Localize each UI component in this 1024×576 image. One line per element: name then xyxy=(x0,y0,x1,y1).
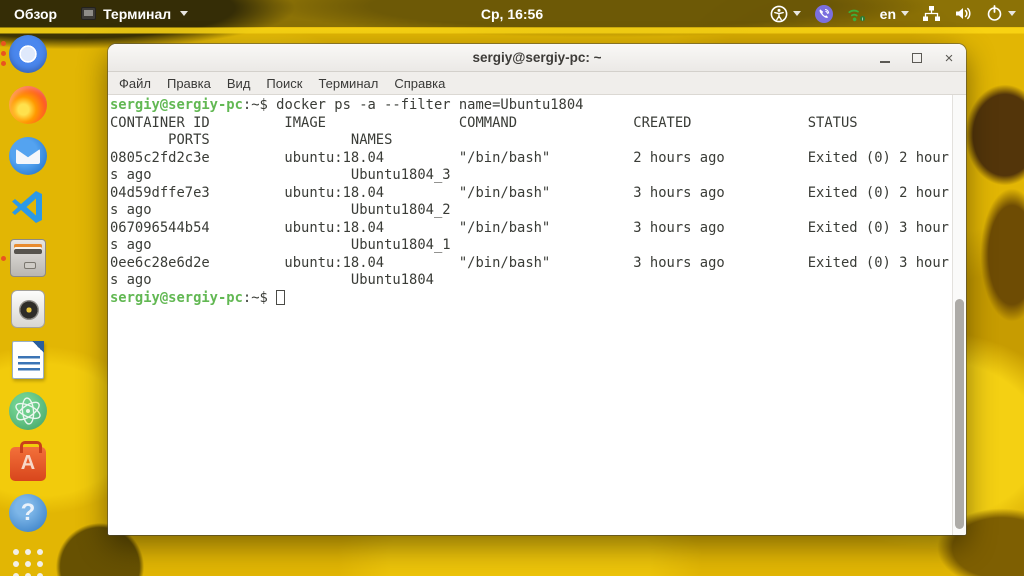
terminal-line: s ago Ubuntu1804_1 xyxy=(110,237,451,253)
accessibility-icon xyxy=(770,5,788,22)
app-indicator[interactable]: i xyxy=(847,0,867,27)
top-bar: Обзор Терминал Ср, 16:56 i en xyxy=(0,0,1024,27)
scrollbar-thumb[interactable] xyxy=(955,299,964,529)
close-icon: × xyxy=(944,49,954,67)
dock-item-firefox[interactable] xyxy=(7,84,49,126)
file-cabinet-icon xyxy=(10,239,46,277)
viber-icon xyxy=(814,4,833,23)
show-applications-button[interactable] xyxy=(7,543,49,576)
svg-text:i: i xyxy=(862,16,863,21)
menu-view[interactable]: Вид xyxy=(219,72,259,94)
app-menu-button[interactable]: Терминал xyxy=(71,0,198,27)
close-button[interactable]: × xyxy=(938,47,960,69)
menu-bar: Файл Правка Вид Поиск Терминал Справка xyxy=(108,72,966,95)
language-label: en xyxy=(879,5,896,22)
terminal-line: s ago Ubuntu1804_2 xyxy=(110,202,451,218)
viber-indicator[interactable] xyxy=(814,0,834,27)
running-indicator-dot xyxy=(1,256,6,261)
desktop: Обзор Терминал Ср, 16:56 i en A ? sergiy… xyxy=(0,0,1024,576)
window-title: sergiy@sergiy-pc: ~ xyxy=(472,50,602,65)
terminal-cursor xyxy=(276,289,286,305)
ubuntu-software-icon xyxy=(10,441,46,481)
running-indicator-dot xyxy=(1,61,6,66)
network-indicator[interactable] xyxy=(922,0,941,27)
menu-edit[interactable]: Правка xyxy=(159,72,219,94)
accessibility-menu[interactable] xyxy=(770,0,801,27)
terminal-output: sergiy@sergiy-pc:~$ docker ps -a --filte… xyxy=(110,97,950,535)
menu-search[interactable]: Поиск xyxy=(258,72,310,94)
firefox-icon xyxy=(9,86,47,124)
clock-label: Ср, 16:56 xyxy=(480,5,544,22)
dock-item-files[interactable] xyxy=(1,237,49,279)
running-indicator-dot xyxy=(1,41,6,46)
app-menu-label: Терминал xyxy=(103,5,172,22)
minimize-button[interactable] xyxy=(874,47,896,69)
dock-item-vscode[interactable] xyxy=(7,186,49,228)
power-menu[interactable] xyxy=(986,0,1016,27)
terminal-line: 0ee6c28e6d2e ubuntu:18.04 "/bin/bash" 3 … xyxy=(110,254,949,271)
thunderbird-icon xyxy=(9,137,47,175)
show-applications-icon xyxy=(13,549,43,576)
minimize-icon xyxy=(880,60,890,63)
volume-indicator[interactable] xyxy=(954,0,973,27)
title-bar[interactable]: sergiy@sergiy-pc: ~ × xyxy=(108,44,966,72)
chevron-down-icon xyxy=(180,11,189,16)
language-menu[interactable]: en xyxy=(880,0,909,27)
clock-button[interactable]: Ср, 16:56 xyxy=(471,0,553,27)
activities-button[interactable]: Обзор xyxy=(0,0,71,27)
dock-item-help[interactable]: ? xyxy=(7,492,49,534)
menu-help[interactable]: Справка xyxy=(386,72,453,94)
chevron-down-icon xyxy=(792,11,801,16)
terminal-line: sergiy@sergiy-pc:~$ xyxy=(110,289,950,308)
chevron-down-icon xyxy=(1008,11,1016,16)
terminal-scrollbar[interactable] xyxy=(952,95,966,535)
menu-terminal[interactable]: Терминал xyxy=(310,72,386,94)
chevron-down-icon xyxy=(901,11,909,16)
terminal-line: PORTS NAMES xyxy=(110,132,393,148)
wired-network-icon xyxy=(923,6,940,21)
terminal-line: 0805c2fd2c3e ubuntu:18.04 "/bin/bash" 2 … xyxy=(110,149,949,166)
dock: ? xyxy=(0,27,56,576)
speaker-app-icon xyxy=(11,290,45,328)
dock-item-thunderbird[interactable] xyxy=(7,135,49,177)
help-icon: ? xyxy=(9,494,47,532)
libreoffice-writer-icon xyxy=(12,341,44,379)
maximize-button[interactable] xyxy=(906,47,928,69)
terminal-line: 067096544b54 ubuntu:18.04 "/bin/bash" 3 … xyxy=(110,219,949,236)
maximize-icon xyxy=(912,53,922,63)
terminal-line: s ago Ubuntu1804_3 xyxy=(110,167,451,183)
activities-label: Обзор xyxy=(14,5,58,22)
dock-item-atom[interactable] xyxy=(7,390,49,432)
running-indicator-dot xyxy=(1,51,6,56)
speaker-icon xyxy=(956,7,971,20)
power-icon xyxy=(987,5,1002,21)
terminal-viewport[interactable]: sergiy@sergiy-pc:~$ docker ps -a --filte… xyxy=(108,95,966,535)
terminal-app-icon xyxy=(81,7,97,20)
signal-icon: i xyxy=(848,9,865,21)
dock-item-chromium[interactable] xyxy=(1,33,49,75)
terminal-window: sergiy@sergiy-pc: ~ × Файл Правка Вид По… xyxy=(108,44,966,535)
dock-item-libreoffice-writer[interactable] xyxy=(7,339,49,381)
chromium-icon xyxy=(9,35,47,73)
dock-item-rhythmbox[interactable] xyxy=(7,288,49,330)
dock-item-ubuntu-software[interactable] xyxy=(7,441,49,483)
atom-icon xyxy=(9,392,47,430)
terminal-line: 04d59dffe7e3 ubuntu:18.04 "/bin/bash" 3 … xyxy=(110,184,949,201)
vscode-icon xyxy=(12,191,42,223)
menu-file[interactable]: Файл xyxy=(111,72,159,94)
terminal-line: CONTAINER ID IMAGE COMMAND CREATED STATU… xyxy=(110,114,858,131)
terminal-line: s ago Ubuntu1804 xyxy=(110,272,434,288)
terminal-line: sergiy@sergiy-pc:~$ docker ps -a --filte… xyxy=(110,97,584,113)
